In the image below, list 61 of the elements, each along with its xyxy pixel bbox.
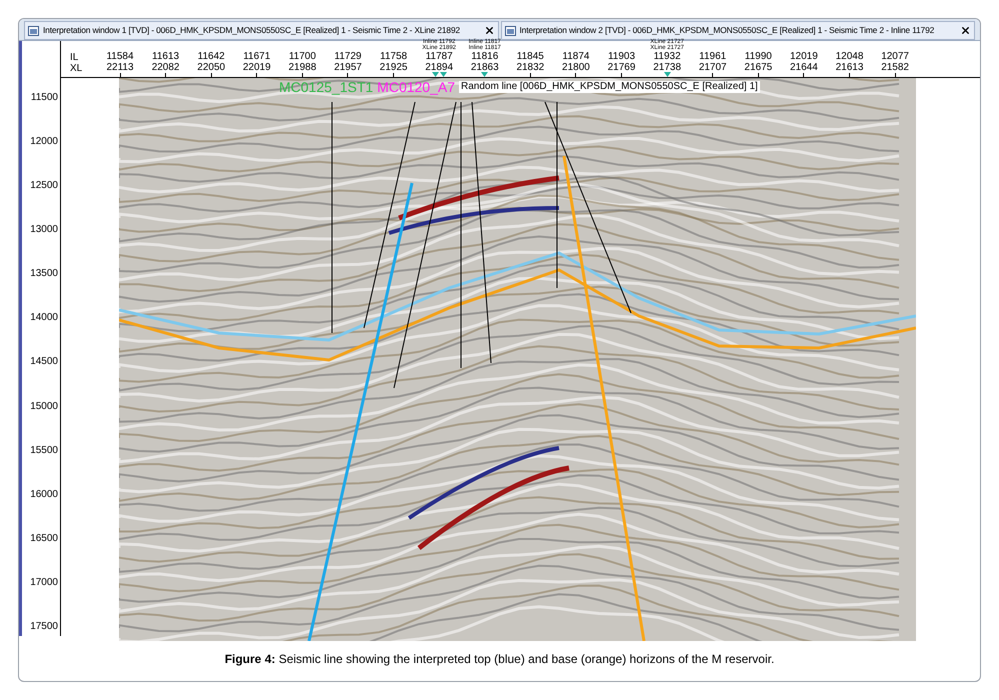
depth-tick-label: 17000 (29, 576, 59, 589)
xline-tick-label: 22050 (197, 62, 226, 73)
well-label: MC0120_A7 (377, 80, 455, 94)
inline-tick-label: 11700 (288, 51, 316, 62)
window-icon (28, 26, 39, 36)
depth-tick-label: 14000 (29, 312, 59, 324)
window-icon (504, 26, 516, 36)
xline-tick-label: 21957 (334, 62, 362, 73)
xline-tick-label: 22113 (106, 62, 134, 73)
depth-tick-label: 16000 (29, 488, 59, 501)
inline-tick-label: 11903 (608, 51, 636, 62)
depth-tick-label: 17500 (29, 620, 59, 633)
inline-tick-label: 11816 (471, 51, 498, 62)
xline-tick-label: 21988 (288, 62, 316, 73)
xline-tick-label: 21613 (836, 62, 864, 73)
inline-tick-label: 11584 (106, 51, 134, 62)
inline-tick-label: 12077 (881, 51, 909, 62)
inline-tick-label: 11613 (152, 51, 180, 62)
depth-tick-label: 15500 (29, 444, 59, 457)
inline-tick-label: 12019 (790, 51, 818, 62)
xline-tick-label: 21644 (790, 62, 818, 73)
inline-tick-label: 11787 (426, 51, 453, 62)
window-tab[interactable]: Interpretation window 2 [TVD] - 006D_HMK_KPSDM_MONS0550SC_E [Realized] 1 - Seismic Time 2 - Inline 11792 (500, 21, 975, 40)
inline-tick-label: 11961 (699, 51, 726, 62)
depth-tick-label: 14500 (29, 356, 59, 368)
tab-title: Interpretation window 1 [TVD] - 006D_HMK_KPSDM_MONS0550SC_E [Realized] 1 - Seismic Time 2 - XLine 21892 (43, 24, 460, 37)
xline-tick-label: 21675 (744, 62, 772, 73)
inline-tick-label: 11990 (744, 51, 772, 62)
depth-tick-label: 16500 (29, 532, 59, 545)
inline-tick-label: 11642 (198, 51, 225, 62)
depth-tick-label: 13500 (29, 268, 59, 280)
close-icon[interactable] (484, 25, 494, 36)
xline-tick-label: 21582 (881, 62, 909, 73)
xline-tick-label: 21925 (380, 62, 408, 73)
well-label: MC0125_1ST1 (279, 80, 374, 94)
depth-tick-label: 12500 (29, 180, 59, 192)
inline-tick-label: 11671 (243, 51, 270, 62)
xline-tick-label: 22082 (152, 62, 180, 73)
depth-tick-label: 13000 (29, 224, 59, 236)
inline-tick-label: 12048 (836, 51, 864, 62)
xline-tick-label: 21738 (653, 62, 682, 73)
inline-tick-label: 11845 (516, 51, 544, 62)
inline-tick-label: 11729 (334, 51, 362, 62)
tab-title: Interpretation window 2 [TVD] - 006D_HMK_KPSDM_MONS0550SC_E [Realized] 1 - Seismic Time 2 - Inline 11792 (520, 24, 934, 37)
inline-tick-label: 11874 (562, 51, 590, 62)
xline-tick-label: 22019 (242, 62, 271, 73)
xline-tick-label: 21894 (425, 62, 454, 73)
xline-tick-label: 21769 (608, 62, 636, 73)
xline-tick-label: 21800 (562, 62, 590, 73)
xline-tick-label: 21863 (470, 62, 499, 73)
window-tab[interactable]: Interpretation window 1 [TVD] - 006D_HMK_KPSDM_MONS0550SC_E [Realized] 1 - Seismic Time 2 - XLine 21892 (24, 21, 498, 40)
close-icon[interactable] (960, 25, 971, 36)
depth-tick-label: 12000 (29, 136, 59, 148)
xline-tick-label: 21707 (698, 62, 727, 73)
inline-tick-label: 11758 (380, 51, 408, 62)
xline-tick-label: 21832 (516, 62, 544, 73)
depth-tick-label: 11500 (30, 92, 59, 104)
depth-tick-label: 15000 (29, 400, 59, 413)
inline-tick-label: 11932 (654, 51, 681, 62)
figure-caption: Figure 4: Seismic line showing the interpreted top (blue) and base (orange) horizons of the M reservoir. (224, 650, 774, 668)
random-line-label: Random line [006D_HMK_KPSDM_MONS0550SC_E [Realized] 1] (459, 81, 760, 93)
